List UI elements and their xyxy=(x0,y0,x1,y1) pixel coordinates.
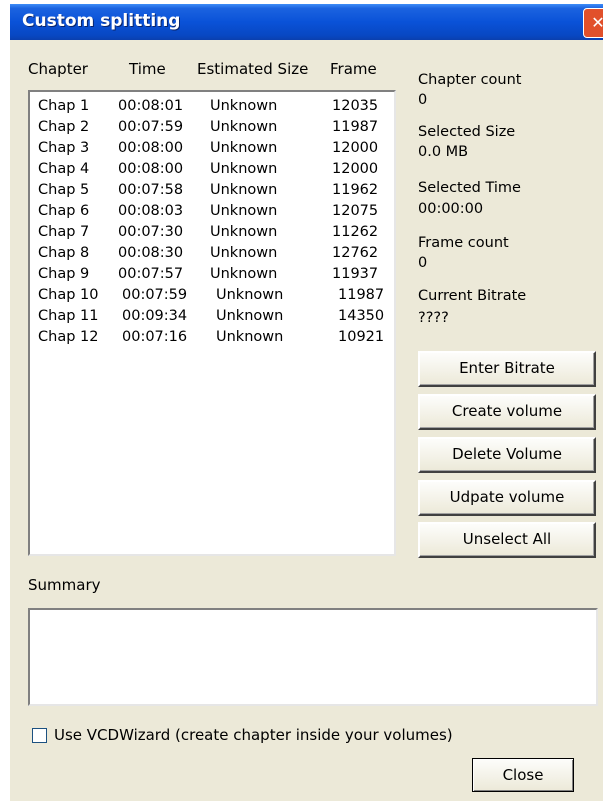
chapter-cell: Chap 11 xyxy=(38,308,99,324)
time-cell: 00:07:30 xyxy=(118,224,184,240)
table-row[interactable]: Chap 11 00:09:34 Unknown 14350 xyxy=(30,308,390,329)
frame-cell: 12075 xyxy=(332,203,379,219)
size-cell: Unknown xyxy=(210,203,278,219)
table-row[interactable]: Chap 6 00:08:03 Unknown 12075 xyxy=(30,203,390,224)
chapter-cell: Chap 12 xyxy=(38,329,99,345)
close-icon[interactable]: ✕ xyxy=(583,8,603,38)
time-cell: 00:08:30 xyxy=(118,245,184,261)
frame-cell: 12035 xyxy=(332,98,379,114)
time-cell: 00:08:03 xyxy=(118,203,184,219)
chapter-count-label: Chapter count xyxy=(418,72,522,88)
chapter-cell: Chap 8 xyxy=(38,245,90,261)
custom-splitting-dialog: Custom splitting ✕ Chapter Time Estimate… xyxy=(10,4,603,801)
size-cell: Unknown xyxy=(216,287,284,303)
chapter-cell: Chap 6 xyxy=(38,203,90,219)
summary-label: Summary xyxy=(28,576,101,594)
vcdwizard-checkbox[interactable] xyxy=(32,728,47,743)
frame-cell: 12000 xyxy=(332,161,379,177)
unselect-all-button[interactable]: Unselect All xyxy=(418,522,596,558)
time-cell: 00:09:34 xyxy=(122,308,188,324)
frame-count-label: Frame count xyxy=(418,235,509,251)
selected-size-value: 0.0 MB xyxy=(418,144,469,160)
current-bitrate-value: ???? xyxy=(418,310,449,326)
chapter-cell: Chap 2 xyxy=(38,119,90,135)
size-cell: Unknown xyxy=(216,329,284,345)
current-bitrate-label: Current Bitrate xyxy=(418,288,527,304)
table-row[interactable]: Chap 10 00:07:59 Unknown 11987 xyxy=(30,287,390,308)
time-cell: 00:08:00 xyxy=(118,140,184,156)
time-cell: 00:07:59 xyxy=(118,119,184,135)
time-cell: 00:07:57 xyxy=(118,266,184,282)
time-cell: 00:07:59 xyxy=(122,287,188,303)
table-row[interactable]: Chap 7 00:07:30 Unknown 11262 xyxy=(30,224,390,245)
size-cell: Unknown xyxy=(210,245,278,261)
selected-time-label: Selected Time xyxy=(418,180,521,196)
frame-cell: 11937 xyxy=(332,266,379,282)
table-row[interactable]: Chap 8 00:08:30 Unknown 12762 xyxy=(30,245,390,266)
time-cell: 00:07:58 xyxy=(118,182,184,198)
size-cell: Unknown xyxy=(210,182,278,198)
size-cell: Unknown xyxy=(210,266,278,282)
frame-cell: 11987 xyxy=(338,287,385,303)
create-volume-button[interactable]: Create volume xyxy=(418,394,596,430)
frame-cell: 12762 xyxy=(332,245,379,261)
vcdwizard-label[interactable]: Use VCDWizard (create chapter inside you… xyxy=(54,726,453,744)
frame-cell: 11262 xyxy=(332,224,379,240)
table-row[interactable]: Chap 2 00:07:59 Unknown 11987 xyxy=(30,119,390,140)
chapter-cell: Chap 5 xyxy=(38,182,90,198)
frame-cell: 12000 xyxy=(332,140,379,156)
chapter-cell: Chap 10 xyxy=(38,287,99,303)
column-header-estimated-size[interactable]: Estimated Size xyxy=(197,60,308,78)
table-row[interactable]: Chap 9 00:07:57 Unknown 11937 xyxy=(30,266,390,287)
delete-volume-button[interactable]: Delete Volume xyxy=(418,437,596,473)
table-row[interactable]: Chap 3 00:08:00 Unknown 12000 xyxy=(30,140,390,161)
close-button[interactable]: Close xyxy=(472,758,574,792)
column-header-frame[interactable]: Frame xyxy=(330,60,377,78)
chapter-cell: Chap 3 xyxy=(38,140,90,156)
summary-textbox[interactable] xyxy=(28,608,598,706)
enter-bitrate-button[interactable]: Enter Bitrate xyxy=(418,351,596,387)
selected-size-label: Selected Size xyxy=(418,124,516,140)
title-bar[interactable]: Custom splitting ✕ xyxy=(10,4,603,40)
size-cell: Unknown xyxy=(210,224,278,240)
time-cell: 00:08:01 xyxy=(118,98,184,114)
frame-count-value: 0 xyxy=(418,255,428,271)
time-cell: 00:08:00 xyxy=(118,161,184,177)
column-header-chapter[interactable]: Chapter xyxy=(28,60,88,78)
size-cell: Unknown xyxy=(210,119,278,135)
table-row[interactable]: Chap 4 00:08:00 Unknown 12000 xyxy=(30,161,390,182)
frame-cell: 14350 xyxy=(338,308,385,324)
chapter-count-value: 0 xyxy=(418,92,428,108)
chapter-cell: Chap 4 xyxy=(38,161,90,177)
size-cell: Unknown xyxy=(216,308,284,324)
chapter-cell: Chap 1 xyxy=(38,98,90,114)
table-row[interactable]: Chap 12 00:07:16 Unknown 10921 xyxy=(30,329,390,350)
update-volume-button[interactable]: Udpate volume xyxy=(418,480,596,516)
table-row[interactable]: Chap 5 00:07:58 Unknown 11962 xyxy=(30,182,390,203)
size-cell: Unknown xyxy=(210,161,278,177)
frame-cell: 11962 xyxy=(332,182,379,198)
size-cell: Unknown xyxy=(210,98,278,114)
frame-cell: 11987 xyxy=(332,119,379,135)
selected-time-value: 00:00:00 xyxy=(418,201,484,217)
time-cell: 00:07:16 xyxy=(122,329,188,345)
size-cell: Unknown xyxy=(210,140,278,156)
chapter-cell: Chap 7 xyxy=(38,224,90,240)
frame-cell: 10921 xyxy=(338,329,385,345)
column-header-time[interactable]: Time xyxy=(129,60,166,78)
chapter-cell: Chap 9 xyxy=(38,266,90,282)
chapters-listbox[interactable]: Chap 1 00:08:01 Unknown 12035 Chap 2 00:… xyxy=(28,90,396,556)
window-title: Custom splitting xyxy=(22,11,181,31)
table-row[interactable]: Chap 1 00:08:01 Unknown 12035 xyxy=(30,98,390,119)
